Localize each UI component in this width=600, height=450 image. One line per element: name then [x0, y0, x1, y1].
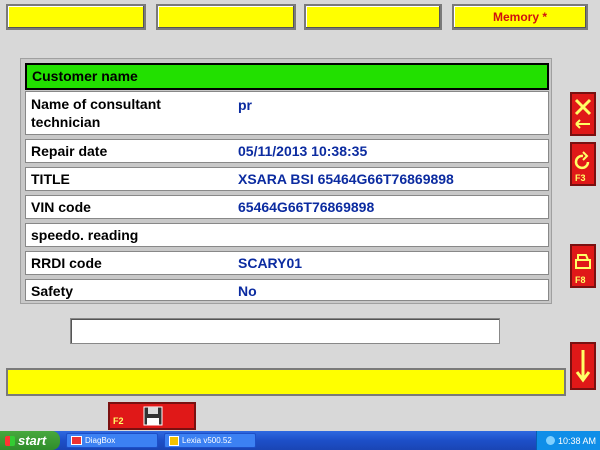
field-row-speedo: speedo. reading	[25, 223, 549, 247]
scroll-down-button[interactable]	[570, 342, 596, 390]
field-row-safety: Safety No	[25, 279, 549, 301]
field-row-repair-date: Repair date 05/11/2013 10:38:35	[25, 139, 549, 163]
lexia-icon	[169, 435, 179, 446]
customer-info-panel: Customer name Name of consultant technic…	[20, 58, 552, 304]
task-lexia[interactable]: Lexia v500.52	[164, 433, 256, 448]
network-icon	[545, 436, 555, 445]
message-field	[70, 318, 500, 344]
repair-date-value: 05/11/2013 10:38:35	[238, 143, 368, 159]
field-row-rrdi: RRDI code SCARY01	[25, 251, 549, 275]
status-bar	[6, 368, 566, 396]
field-row-vin: VIN code 65464G66T76869898	[25, 195, 549, 219]
field-row-consultant: Name of consultant technician pr	[25, 91, 549, 135]
customer-name-header: Customer name	[25, 63, 549, 90]
rrdi-label: RRDI code	[31, 255, 102, 271]
repair-date-label: Repair date	[31, 143, 108, 159]
print-button[interactable]: F8	[570, 244, 596, 288]
top-button-1[interactable]	[6, 4, 146, 30]
field-row-title: TITLE XSARA BSI 65464G66T76869898	[25, 167, 549, 191]
system-tray: 10:38 AM	[536, 431, 600, 450]
start-label: start	[18, 433, 47, 448]
floppy-save-icon	[143, 406, 163, 426]
f3-key-label: F3	[575, 173, 586, 183]
task-label-diagbox: DiagBox	[85, 436, 116, 445]
diagbox-icon	[71, 436, 82, 445]
safety-label: Safety	[31, 283, 74, 299]
customer-name-label: Customer name	[32, 68, 138, 84]
clock: 10:38 AM	[557, 435, 596, 446]
speedo-label: speedo. reading	[31, 227, 139, 243]
vin-label: VIN code	[31, 199, 91, 215]
save-button[interactable]: F2	[108, 402, 196, 430]
top-button-2[interactable]	[156, 4, 296, 30]
consultant-label: Name of consultant technician	[31, 96, 161, 130]
title-label: TITLE	[31, 171, 70, 187]
start-button[interactable]: start	[0, 431, 60, 450]
safety-value: No	[238, 283, 257, 299]
memory-button[interactable]: Memory *	[452, 4, 588, 30]
task-diagbox[interactable]: DiagBox	[66, 433, 158, 448]
consultant-value: pr	[238, 97, 252, 113]
f8-key-label: F8	[575, 275, 586, 285]
windows-taskbar: start DiagBox Lexia v500.52 10:38 AM	[0, 431, 600, 450]
title-value: XSARA BSI 65464G66T76869898	[238, 171, 454, 187]
task-label-lexia: Lexia v500.52	[182, 436, 232, 445]
f2-key-label: F2	[113, 416, 124, 426]
cancel-button[interactable]	[570, 92, 596, 136]
top-button-3[interactable]	[304, 4, 442, 30]
vin-value: 65464G66T76869898	[238, 199, 375, 215]
refresh-button[interactable]: F3	[570, 142, 596, 186]
arrow-down-icon	[575, 350, 591, 383]
windows-logo-icon	[5, 435, 15, 446]
close-icon	[574, 98, 592, 129]
rrdi-value: SCARY01	[238, 255, 303, 271]
